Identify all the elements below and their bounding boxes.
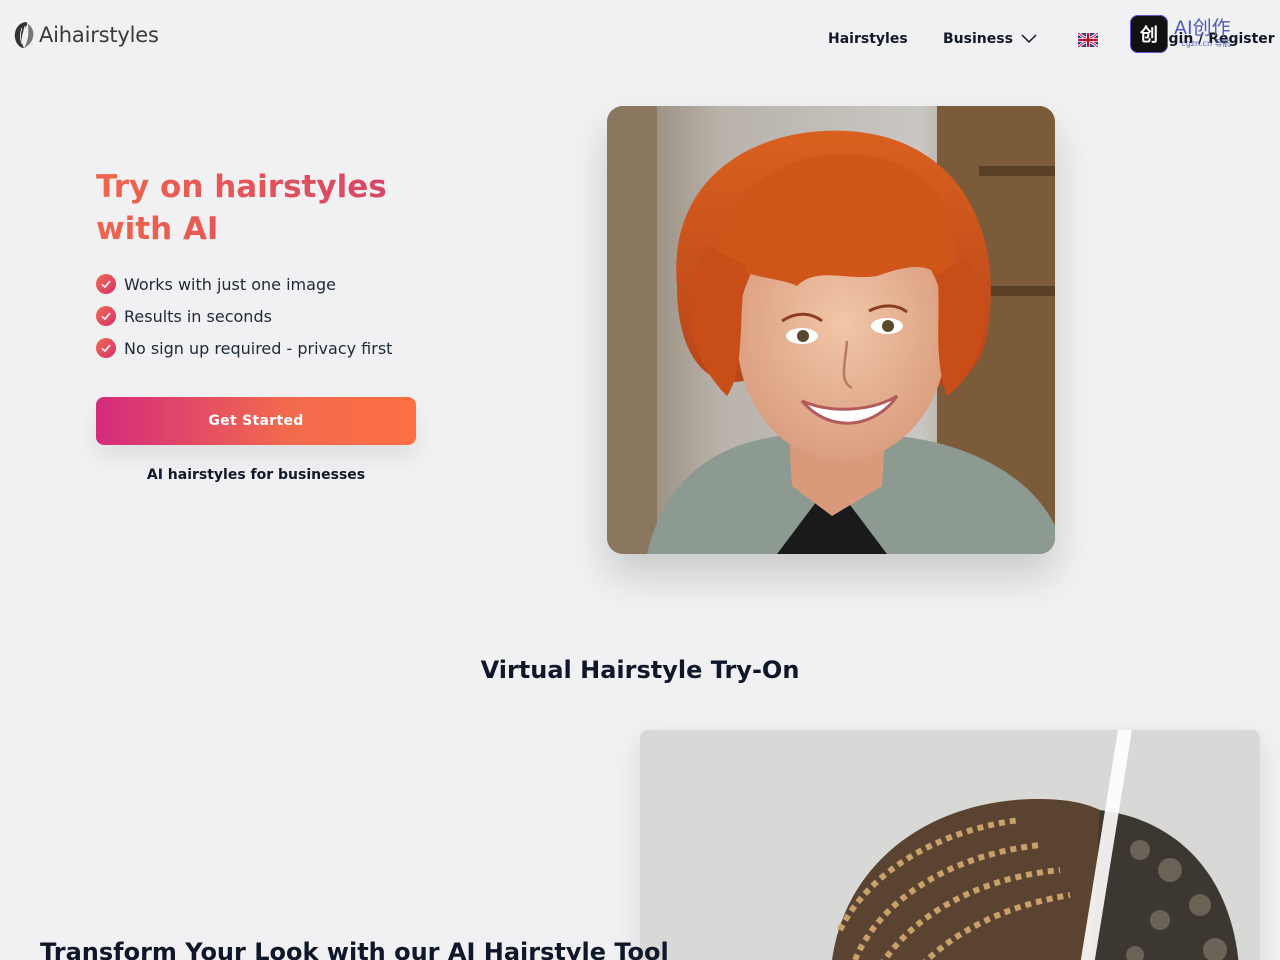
watermark-overlay: 创 AI创作 cgzn.cn 导航 — [1130, 15, 1231, 53]
feature-item: Results in seconds — [96, 300, 392, 332]
chevron-down-icon — [1021, 34, 1037, 44]
feature-text: No sign up required - privacy first — [124, 338, 393, 358]
hero-title: Try on hairstyles with AI — [96, 166, 456, 250]
uk-flag-icon[interactable] — [1078, 33, 1098, 47]
get-started-button[interactable]: Get Started — [96, 397, 416, 445]
check-icon — [96, 274, 116, 294]
business-link[interactable]: AI hairstyles for businesses — [96, 467, 416, 483]
logo-icon — [14, 22, 34, 48]
check-icon — [96, 306, 116, 326]
check-icon — [96, 338, 116, 358]
feature-text: Results in seconds — [124, 306, 272, 326]
watermark-subtext: cgzn.cn 导航 — [1181, 39, 1231, 48]
feature-text: Works with just one image — [124, 274, 336, 294]
feature-item: Works with just one image — [96, 268, 392, 300]
nav-business-label: Business — [943, 31, 1013, 47]
try-on-comparison-image — [640, 730, 1260, 960]
nav-business-dropdown[interactable]: Business — [943, 31, 1037, 47]
feature-item: No sign up required - privacy first — [96, 332, 392, 364]
logo-text: Aihairstyles — [39, 23, 159, 47]
site-logo[interactable]: Aihairstyles — [12, 20, 159, 50]
watermark-logo-icon: 创 — [1130, 15, 1168, 53]
hero-portrait-image — [607, 106, 1055, 554]
feature-list: Works with just one image Results in sec… — [96, 268, 392, 364]
section-heading: Transform Your Look with our AI Hairstyl… — [40, 938, 669, 960]
nav-hairstyles[interactable]: Hairstyles — [828, 31, 908, 47]
section-title: Virtual Hairstyle Try-On — [480, 656, 800, 684]
watermark-text: AI创作 — [1174, 17, 1231, 39]
